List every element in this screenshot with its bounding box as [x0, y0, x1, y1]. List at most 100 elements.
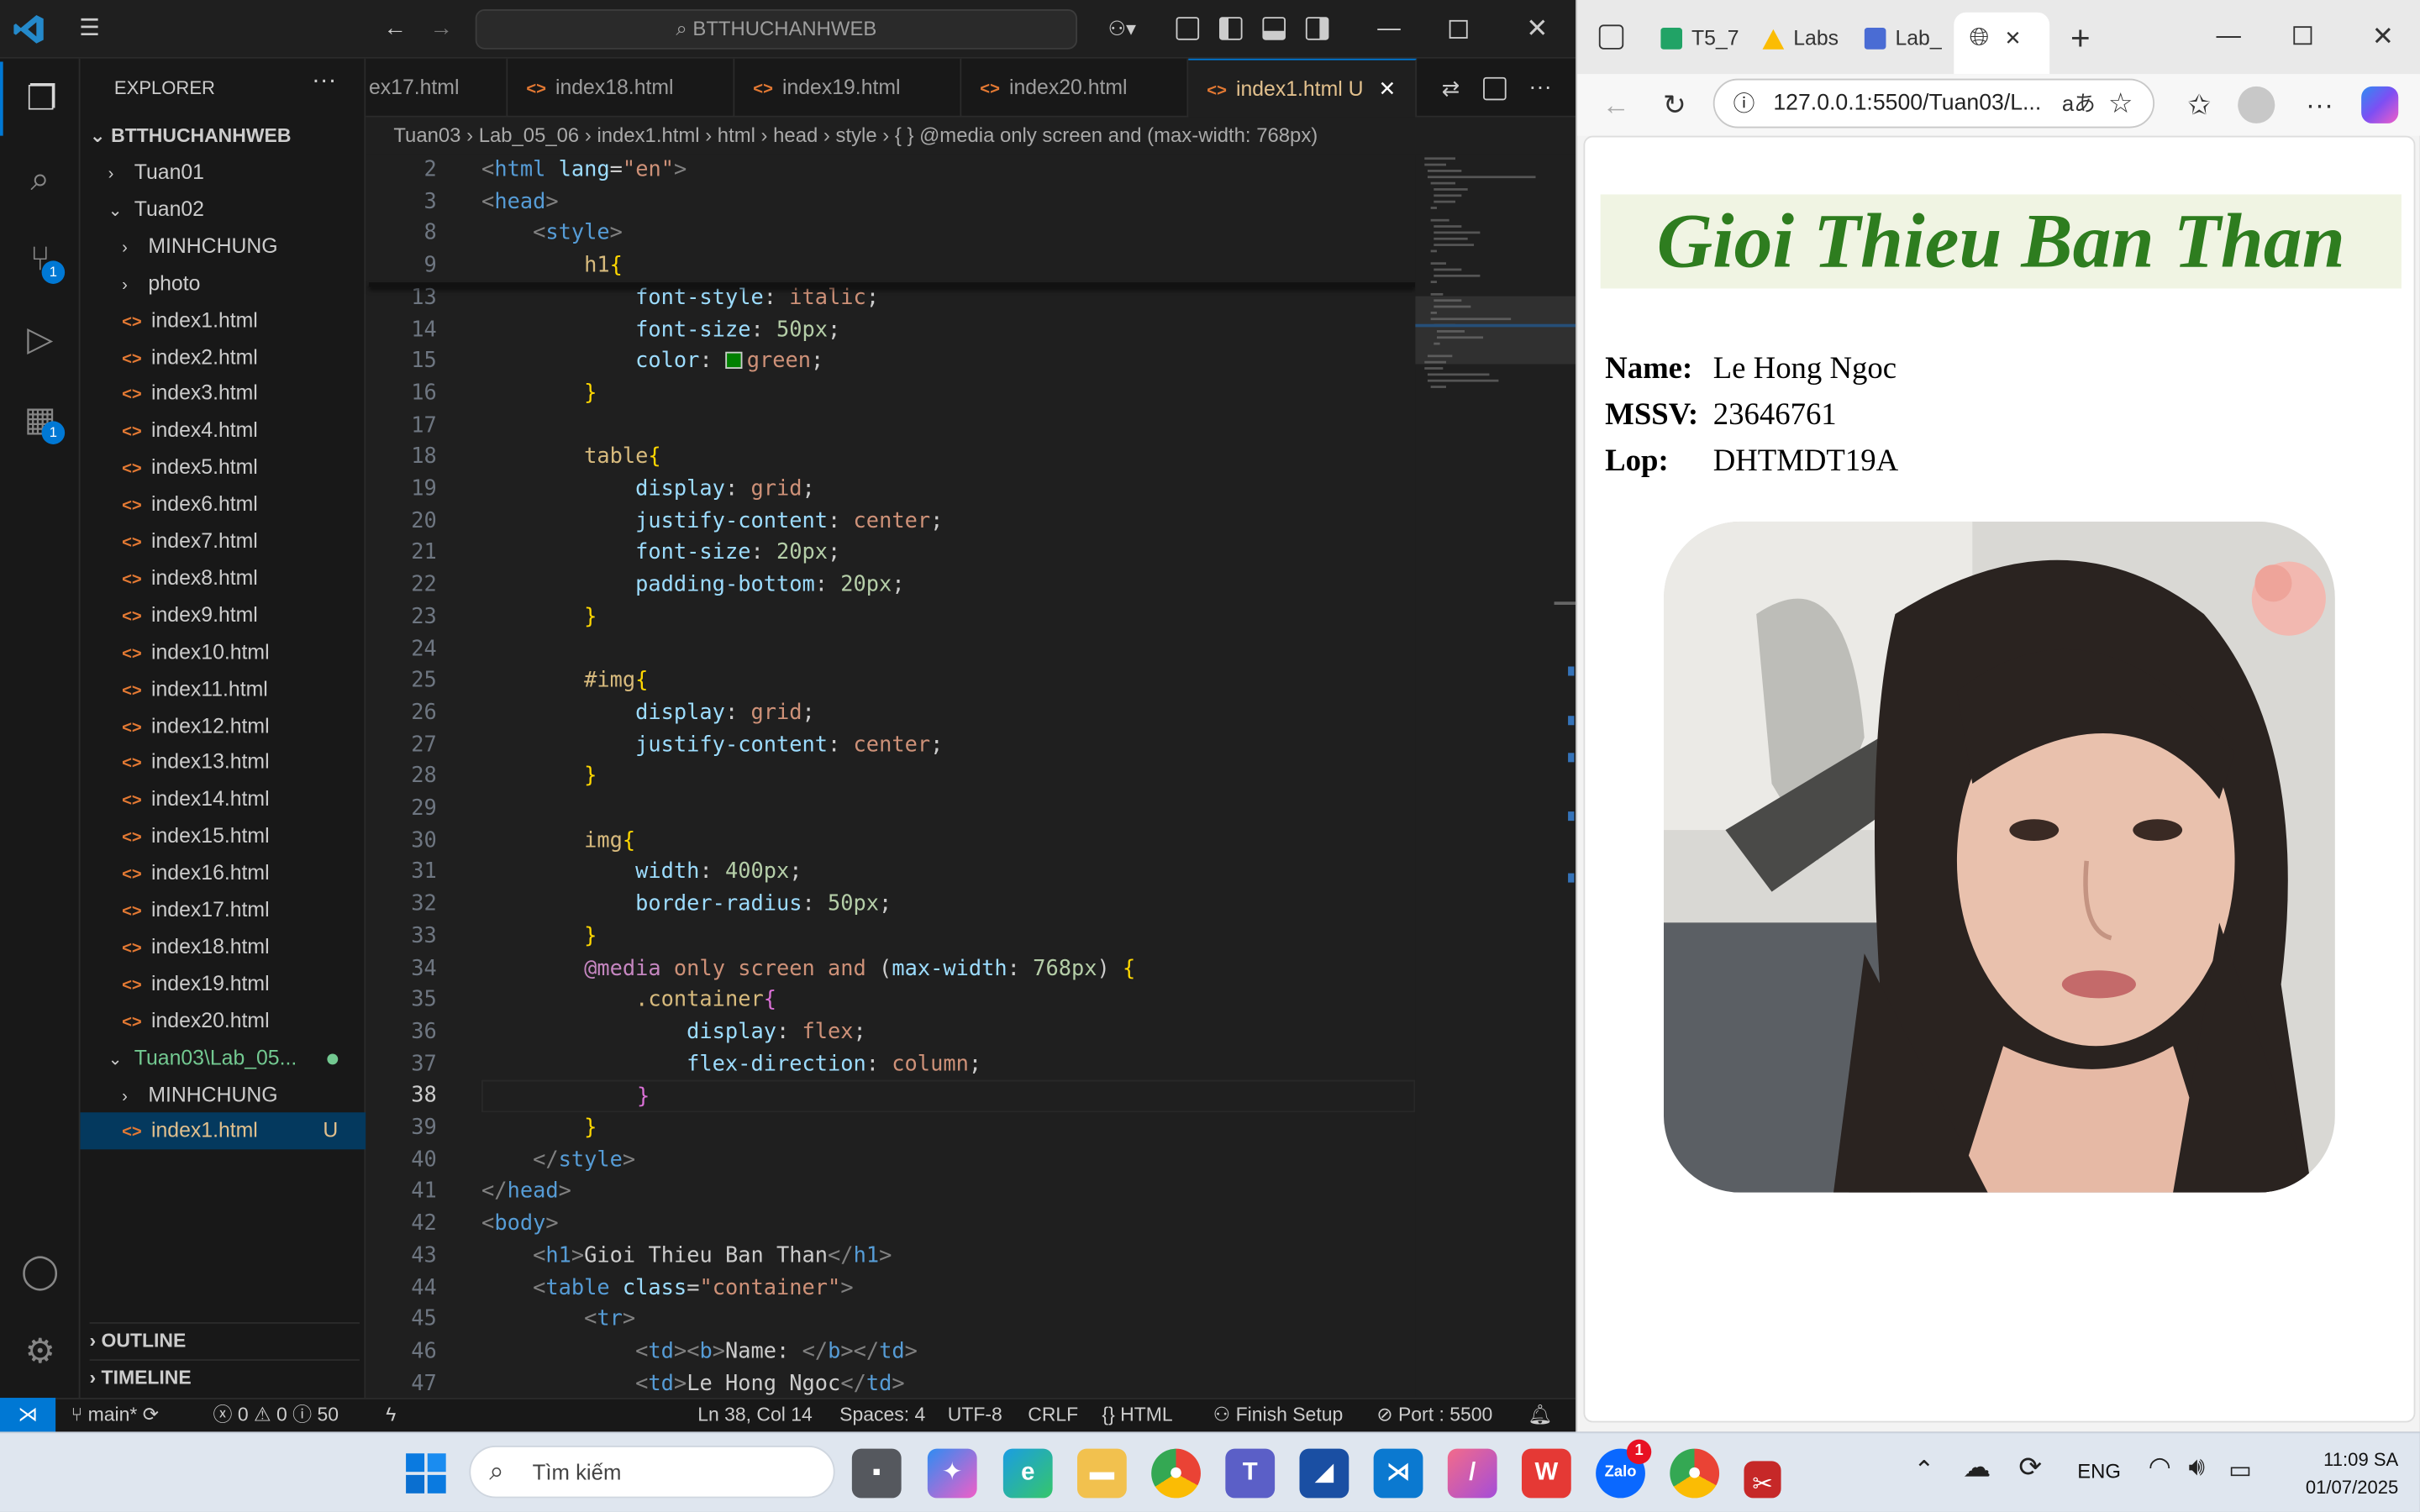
more-actions-icon[interactable]: ···	[1520, 59, 1560, 118]
source-control-icon[interactable]: ⑂ 1	[0, 222, 81, 296]
toggle-sidebar-icon[interactable]	[1218, 17, 1243, 40]
maximize-button[interactable]	[2293, 26, 2312, 45]
live-server-port[interactable]: ⊘ Port : 5500	[1376, 1399, 1492, 1432]
split-editor-icon[interactable]	[1483, 76, 1507, 101]
tree-file[interactable]: <> index20.html	[81, 1002, 366, 1039]
tab-index18[interactable]: <> index18.html	[508, 58, 735, 118]
bolt-icon[interactable]: ϟ	[386, 1399, 396, 1432]
tree-file[interactable]: <> index12.html	[81, 707, 366, 744]
tree-file[interactable]: <> index19.html	[81, 965, 366, 1002]
explorer-icon[interactable]: ❐	[0, 61, 81, 136]
search-icon[interactable]: ⌕	[0, 142, 81, 216]
remote-indicator-icon[interactable]: ⋊	[0, 1398, 56, 1432]
browser-tab-labs[interactable]: Labs	[1762, 13, 1862, 65]
onedrive-icon[interactable]: ☁	[1963, 1452, 1991, 1484]
refresh-icon[interactable]: ↻	[1651, 74, 1697, 135]
more-actions-icon[interactable]: ···	[312, 68, 336, 96]
tree-file[interactable]: <> index14.html	[81, 781, 366, 818]
browser-tab-active[interactable]: 🌐︎ ✕	[1954, 12, 2050, 75]
breadcrumb-item[interactable]: Tuan03	[393, 123, 460, 147]
chrome-icon[interactable]: ●	[1151, 1448, 1201, 1499]
extensions-icon[interactable]: ▦ 1	[0, 383, 81, 457]
taskbar-search[interactable]: ⌕ Tìm kiếm	[469, 1445, 835, 1499]
tree-file[interactable]: <> index8.html	[81, 560, 366, 597]
workspace-root[interactable]: ⌄ BTTHUCHANHWEB	[90, 118, 360, 152]
tab-index20[interactable]: <> index20.html	[961, 58, 1189, 118]
tree-file[interactable]: <> index11.html	[81, 670, 366, 707]
minimize-button[interactable]: —	[1361, 0, 1417, 59]
browser-tab-lab[interactable]: Lab_	[1864, 13, 1964, 65]
tab-index19[interactable]: <> index19.html	[734, 58, 962, 118]
tree-folder[interactable]: › photo	[81, 265, 366, 302]
copilot-icon[interactable]: ⚇▾	[1096, 0, 1148, 59]
breadcrumb-item[interactable]: Lab_05_06	[479, 123, 580, 147]
tree-folder[interactable]: › MINHCHUNG	[81, 228, 366, 265]
app-icon[interactable]: /	[1447, 1448, 1497, 1499]
tree-file[interactable]: <> index1.html	[81, 302, 366, 339]
problems-indicator[interactable]: ⓧ 0 ⚠ 0 ⓘ 50	[213, 1399, 339, 1432]
notifications-bell-icon[interactable]: 🔔︎	[1528, 1399, 1552, 1432]
zalo-icon[interactable]: Zalo 1	[1596, 1439, 1652, 1499]
tree-file[interactable]: <> index2.html	[81, 339, 366, 375]
show-hidden-icons[interactable]: ⌃	[1914, 1455, 1935, 1486]
tree-file[interactable]: <> index17.html	[81, 892, 366, 929]
volume-icon[interactable]: 🔊︎	[2188, 1452, 2205, 1483]
tab-index1-active[interactable]: <> index1.html U ✕	[1188, 58, 1418, 118]
finish-setup[interactable]: ⚇ Finish Setup	[1213, 1399, 1344, 1432]
tab-actions-icon[interactable]	[1598, 24, 1624, 50]
tree-file[interactable]: <> index4.html	[81, 412, 366, 449]
copilot-icon[interactable]	[2361, 86, 2399, 123]
minimize-button[interactable]: —	[2195, 0, 2263, 74]
copilot-icon[interactable]: ✦	[927, 1448, 977, 1499]
tree-folder[interactable]: ⌄ Tuan03\Lab_05...	[81, 1039, 366, 1076]
breadcrumb-item[interactable]: html	[718, 123, 755, 147]
favorite-star-icon[interactable]: ☆	[2108, 79, 2133, 129]
read-aloud-icon[interactable]: aあ	[2062, 79, 2096, 129]
settings-gear-icon[interactable]: ⚙	[0, 1315, 81, 1389]
timeline-section[interactable]: › TIMELINE	[89, 1359, 360, 1393]
clock[interactable]: 11:09 SA 01/07/2025	[2306, 1446, 2398, 1501]
close-window-button[interactable]: ✕	[1509, 0, 1565, 59]
chrome-profile-icon[interactable]: ●	[1670, 1448, 1720, 1499]
language-mode[interactable]: {} HTML	[1102, 1399, 1172, 1432]
menu-icon[interactable]: ☰	[68, 0, 111, 59]
command-center-search[interactable]: ⌕ BTTHUCHANHWEB	[475, 9, 1078, 50]
browser-tab-t5-7[interactable]: T5_7	[1660, 13, 1760, 65]
breadcrumb-item[interactable]: style	[836, 123, 877, 147]
minimap[interactable]	[1415, 154, 1576, 1399]
branch-indicator[interactable]: ⑂ main* ⟳	[71, 1399, 159, 1432]
tree-file[interactable]: <> index7.html	[81, 523, 366, 560]
color-swatch[interactable]	[724, 352, 743, 370]
teams-icon[interactable]: T	[1225, 1448, 1276, 1499]
favorites-icon[interactable]: ✩	[2176, 74, 2223, 135]
code-editor[interactable]: 2 <html lang="en"> 3 <head> 8 <style> 9 h1{13…	[366, 154, 1416, 1399]
site-info-icon[interactable]: ⓘ	[1733, 81, 1755, 127]
sync-icon[interactable]: ⟳	[2018, 1452, 2042, 1484]
edge-icon[interactable]: e	[1002, 1448, 1053, 1499]
wifi-icon[interactable]: ◠	[2149, 1452, 2171, 1483]
tree-file[interactable]: <> index10.html	[81, 633, 366, 670]
settings-more-icon[interactable]: ···	[2296, 74, 2343, 135]
input-language[interactable]: ENG	[2077, 1460, 2121, 1483]
tree-file[interactable]: <> index3.html	[81, 375, 366, 412]
run-debug-icon[interactable]: ▷	[0, 302, 81, 376]
back-arrow-icon[interactable]: ←	[1592, 74, 1639, 135]
breadcrumb-item[interactable]: head	[773, 123, 818, 147]
snipping-tool-icon[interactable]: ✂	[1744, 1461, 1781, 1499]
scrollbar-thumb[interactable]	[1554, 601, 1576, 605]
start-button-icon[interactable]	[406, 1453, 446, 1494]
account-icon[interactable]: ◯	[0, 1234, 81, 1308]
toggle-secondary-sidebar-icon[interactable]	[1305, 17, 1329, 40]
task-view-icon[interactable]: ▪	[851, 1448, 902, 1499]
open-changes-icon[interactable]: ⇄	[1431, 59, 1471, 118]
close-tab-icon[interactable]: ✕	[1379, 77, 1397, 101]
tree-file[interactable]: <> index18.html	[81, 928, 366, 965]
outline-section[interactable]: › OUTLINE	[89, 1322, 360, 1356]
tree-file[interactable]: <> index9.html	[81, 596, 366, 633]
new-tab-button[interactable]: +	[2062, 13, 2099, 65]
cursor-position[interactable]: Ln 38, Col 14	[697, 1399, 813, 1432]
back-arrow-icon[interactable]: ←	[376, 0, 413, 59]
close-window-button[interactable]: ✕	[2349, 0, 2417, 74]
line-ending[interactable]: CRLF	[1028, 1399, 1078, 1432]
profile-avatar[interactable]	[2238, 86, 2275, 123]
